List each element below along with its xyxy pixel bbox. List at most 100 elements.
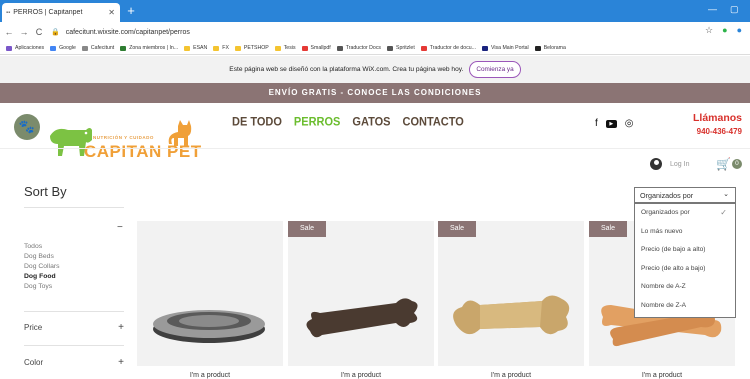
filter-divider [24, 207, 124, 208]
header-divider [0, 148, 750, 149]
product-card[interactable]: Sale [438, 221, 584, 366]
steel-bowl-image [153, 310, 265, 343]
sort-option-label: Precio (de alto a bajo) [641, 264, 706, 272]
nav-item-gatos[interactable]: GATOS [352, 115, 390, 128]
browser-tab-bar: ▪▪ PERROS | Capitanpet ✕ + — ▢ [0, 0, 750, 22]
bookmark-icon [120, 45, 127, 51]
sort-option-label: Lo más nuevo [641, 227, 683, 235]
bookmark-item[interactable]: PETSHOP [234, 45, 269, 51]
product-card[interactable] [137, 221, 283, 366]
facet-price[interactable]: Price + [24, 322, 124, 333]
nav-item-de-todo[interactable]: DE TODO [232, 115, 282, 128]
call-title: Llámanos [692, 112, 742, 124]
bookmark-item[interactable]: Belorama [534, 45, 566, 51]
bookmark-label: Tesis [283, 45, 296, 51]
cart-button[interactable]: 🛒 0 [716, 157, 742, 171]
bookmark-icon [234, 45, 241, 51]
bookmark-item[interactable]: ESAN [184, 45, 207, 51]
bookmark-label: Visa Main Portal [491, 45, 529, 51]
category-item[interactable]: Dog Beds [24, 252, 60, 262]
sort-option[interactable]: Precio (de bajo a alto) [635, 241, 735, 260]
tab-title: PERROS | Capitanpet [13, 9, 83, 16]
bookmark-item[interactable]: Google [50, 45, 76, 51]
bookmark-item[interactable]: Cafecitunt [81, 45, 115, 51]
profile-icon[interactable]: ● [737, 25, 742, 36]
logo-subtitle: NUTRICIÓN Y CUIDADO [93, 135, 154, 140]
category-item[interactable]: Dog Food [24, 272, 60, 282]
forward-icon[interactable]: → [18, 27, 30, 37]
bookmarks-bar: Aplicaciones Google Cafecitunt Zona miembro… [0, 42, 750, 55]
category-item[interactable]: Dog Toys [24, 282, 60, 292]
back-icon[interactable]: ← [3, 27, 15, 37]
product-card[interactable]: Sale [288, 221, 434, 366]
nav-item-contacto[interactable]: CONTACTO [403, 115, 464, 128]
bookmark-icon [50, 45, 57, 51]
facet-color[interactable]: Color + [24, 357, 124, 368]
bookmark-label: Cafecitunt [90, 45, 115, 51]
bookmark-item[interactable]: Zona miembros | In... [120, 45, 178, 51]
bookmark-label: Spritzlet [396, 45, 415, 51]
minimize-icon[interactable]: — [708, 4, 717, 14]
instagram-icon[interactable]: ◎ [625, 118, 634, 129]
reload-icon[interactable]: C [33, 27, 45, 37]
star-icon[interactable]: ☆ [705, 25, 713, 36]
bookmark-icon [6, 45, 12, 51]
bookmark-label: Google [59, 45, 76, 51]
wix-banner-text: Este página web se diseñó con la platafo… [229, 66, 464, 73]
paw-icon[interactable]: 🐾 [14, 114, 40, 140]
sort-dropdown[interactable]: Organizados por ⌄ [634, 187, 736, 203]
facebook-icon[interactable]: f [595, 118, 598, 129]
bookmark-item[interactable]: Visa Main Portal [482, 45, 529, 51]
sort-option[interactable]: Lo más nuevo [635, 223, 735, 242]
bookmark-item[interactable]: Traductor de docu... [420, 45, 476, 51]
bookmark-icon [184, 45, 191, 51]
sort-options-menu: Organizados por ✓ Lo más nuevo Precio (de b… [634, 203, 736, 318]
check-icon: ✓ [720, 208, 727, 217]
youtube-icon[interactable]: ▶ [605, 119, 617, 128]
category-list: Todos Dog Beds Dog Collars Dog Food Dog Toys [24, 242, 60, 292]
nav-item-perros[interactable]: PERROS [294, 115, 340, 128]
expand-icon[interactable]: + [118, 322, 124, 333]
sort-option[interactable]: Nombre de A-Z [635, 278, 735, 297]
wix-favicon-icon: ▪▪ [6, 9, 11, 16]
bookmark-item[interactable]: Tesis [274, 45, 296, 51]
close-tab-icon[interactable]: ✕ [108, 8, 115, 17]
bookmark-label: FX [222, 45, 229, 51]
sale-badge: Sale [438, 221, 476, 237]
new-tab-button[interactable]: + [124, 4, 138, 18]
bookmark-item[interactable]: Smallpdf [301, 45, 331, 51]
sort-option[interactable]: Precio (de alto a bajo) [635, 260, 735, 279]
sort-by-title: Sort By [24, 184, 67, 199]
wix-start-button[interactable]: Comienza ya [469, 61, 521, 78]
site-logo[interactable]: NUTRICIÓN Y CUIDADO CAPITAN PET [46, 116, 211, 164]
browser-tab[interactable]: ▪▪ PERROS | Capitanpet ✕ [2, 3, 120, 22]
bookmark-item[interactable]: Traductor Docs [336, 45, 381, 51]
bookmark-item[interactable]: Spritzlet [387, 45, 415, 51]
bookmark-item[interactable]: Aplicaciones [6, 45, 44, 51]
bookmark-icon [274, 45, 281, 51]
sale-badge: Sale [589, 221, 627, 237]
sort-option[interactable]: Organizados por ✓ [635, 204, 735, 223]
category-item[interactable]: Todos [24, 242, 60, 252]
wix-promo-banner: Este página web se diseñó con la platafo… [0, 56, 750, 83]
bookmark-icon [336, 45, 343, 51]
url-text: cafecitunt.wixsite.com/capitanpet/perros [65, 28, 190, 36]
url-field[interactable]: 🔒 cafecitunt.wixsite.com/capitanpet/perr… [51, 28, 190, 37]
bookmark-icon [420, 45, 427, 51]
sort-option[interactable]: Nombre de Z-A [635, 297, 735, 316]
phone-number[interactable]: 940-436-479 [682, 127, 742, 136]
shipping-banner[interactable]: ENVÍO GRATIS - CONOCE LAS CONDICIONES [0, 83, 750, 103]
category-item[interactable]: Dog Collars [24, 262, 60, 272]
expand-icon[interactable]: + [118, 357, 124, 368]
collapse-icon[interactable]: − [117, 222, 123, 233]
sort-selected: Organizados por [640, 191, 694, 200]
maximize-icon[interactable]: ▢ [730, 4, 739, 15]
bookmark-icon [301, 45, 308, 51]
bookmark-item[interactable]: FX [213, 45, 229, 51]
bookmark-icon [213, 45, 220, 51]
extension-icon[interactable]: ● [722, 25, 727, 36]
login-link[interactable]: Log In [650, 158, 689, 170]
bookmark-label: Smallpdf [310, 45, 331, 51]
logo-name: CAPITAN PET [84, 142, 202, 161]
main-nav: DE TODO PERROS GATOS CONTACTO [232, 115, 464, 128]
